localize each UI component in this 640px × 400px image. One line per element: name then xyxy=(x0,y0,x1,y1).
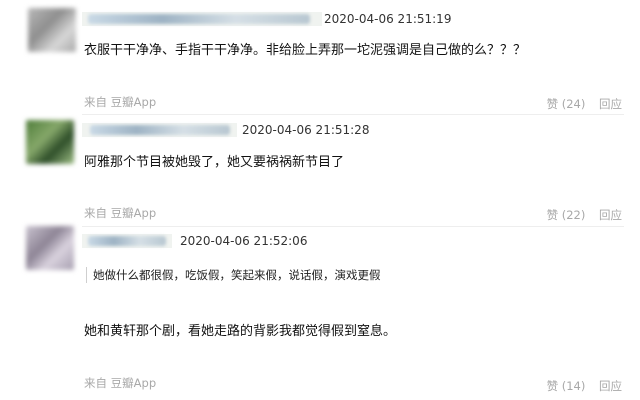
source-label: 来自 豆瓣App xyxy=(84,95,157,109)
timestamp: 2020-04-06 21:52:06 xyxy=(180,234,308,248)
comment-text: 她和黄轩那个剧，看她走路的背影我都觉得假到窒息。 xyxy=(84,324,397,339)
like-button[interactable]: 赞 (14) xyxy=(547,379,586,393)
comment-text: 衣服干干净净、手指干干净净。非给脸上弄那一坨泥强调是自己做的么？？？ xyxy=(84,43,527,58)
username-blurred[interactable] xyxy=(88,236,166,246)
source-label: 来自 豆瓣App xyxy=(84,376,157,390)
comment-actions: 赞 (22) 回应 xyxy=(547,208,622,222)
like-button[interactable]: 赞 (24) xyxy=(547,97,586,111)
divider xyxy=(82,114,624,115)
comment-item: 2020-04-06 21:51:28 阿雅那个节目被她毁了，她又要祸祸新节目了… xyxy=(0,116,640,236)
source-label: 来自 豆瓣App xyxy=(84,206,157,220)
comment-item: 2020-04-06 21:52:06 她做什么都很假，吃饭假，笑起来假，说话假… xyxy=(0,226,640,400)
comment-text: 阿雅那个节目被她毁了，她又要祸祸新节目了 xyxy=(84,155,345,170)
comment-actions: 赞 (24) 回应 xyxy=(547,97,622,111)
reply-button[interactable]: 回应 xyxy=(599,208,622,222)
avatar[interactable] xyxy=(26,226,74,270)
timestamp: 2020-04-06 21:51:19 xyxy=(324,12,452,26)
avatar[interactable] xyxy=(28,8,76,52)
reply-button[interactable]: 回应 xyxy=(599,379,622,393)
comment-actions: 赞 (14) 回应 xyxy=(547,379,622,393)
comment-item: 2020-04-06 21:51:19 衣服干干净净、手指干干净净。非给脸上弄那… xyxy=(0,0,640,120)
avatar[interactable] xyxy=(26,120,74,164)
timestamp: 2020-04-06 21:51:28 xyxy=(242,123,370,137)
quoted-comment: 她做什么都很假，吃饭假，笑起来假，说话假，演戏更假 xyxy=(86,267,381,283)
username-blurred[interactable] xyxy=(88,14,310,24)
like-button[interactable]: 赞 (22) xyxy=(547,208,586,222)
username-blurred[interactable] xyxy=(90,125,230,135)
reply-button[interactable]: 回应 xyxy=(599,97,622,111)
